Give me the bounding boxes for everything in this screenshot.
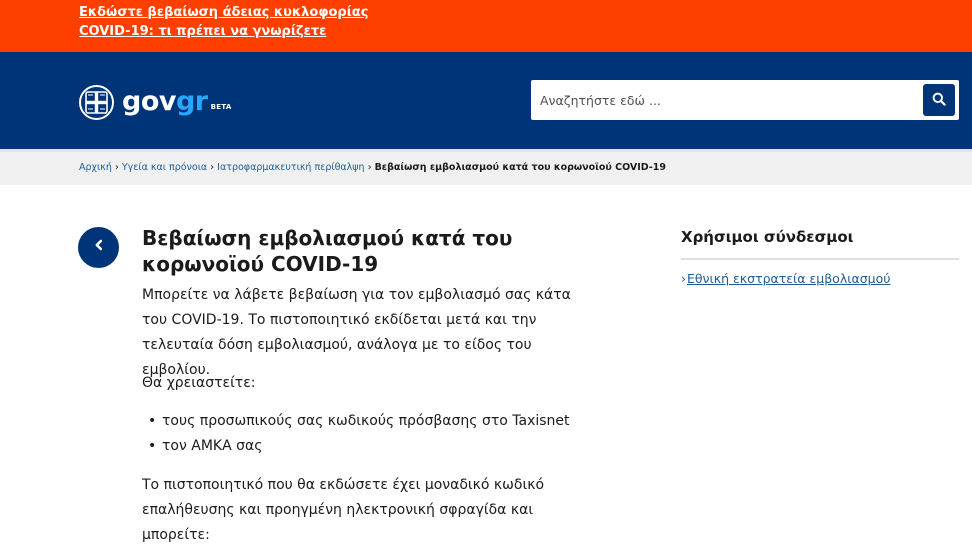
- certificate-paragraph: Το πιστοποιητικό που θα εκδώσετε έχει μο…: [142, 477, 545, 543]
- search-input[interactable]: [531, 80, 921, 120]
- chevron-right-icon: ›: [210, 162, 215, 173]
- search-button[interactable]: [923, 84, 955, 116]
- list-item: • τον ΑΜΚΑ σας: [142, 434, 592, 459]
- requirements-label: Θα χρειαστείτε:: [142, 375, 256, 391]
- breadcrumb-home[interactable]: Αρχική: [79, 161, 112, 175]
- logo-wordmark: govgr: [122, 87, 208, 117]
- chevron-right-icon: ›: [681, 271, 686, 286]
- list-item: • τους προσωπικούς σας κωδικούς πρόσβαση…: [142, 409, 592, 434]
- breadcrumb-medical-care[interactable]: Ιατροφαρμακευτική περίθαλψη: [217, 161, 364, 175]
- intro-paragraph: Μπορείτε να λάβετε βεβαίωση για τον εμβο…: [142, 287, 571, 378]
- page-title: Βεβαίωση εμβολιασμού κατά του κορωνοϊού …: [142, 226, 513, 276]
- search-icon: [932, 92, 946, 109]
- breadcrumb: Αρχική › Υγεία και πρόνοια › Ιατροφαρμακ…: [79, 161, 666, 175]
- requirement-text: τον ΑΜΚΑ σας: [162, 438, 263, 454]
- requirements-list: • τους προσωπικούς σας κωδικούς πρόσβαση…: [142, 409, 592, 459]
- logo-prefix: gov: [122, 86, 176, 117]
- bullet-icon: •: [148, 438, 157, 454]
- chevron-right-icon: ›: [367, 162, 372, 173]
- beta-badge: BETA: [210, 103, 232, 111]
- chevron-right-icon: ›: [114, 162, 119, 173]
- sidebar-title: Χρήσιμοι σύνδεσμοι: [681, 228, 854, 246]
- alert-banner: Εκδώστε βεβαίωση άδειας κυκλοφορίας COVI…: [0, 0, 972, 52]
- breadcrumb-health-welfare[interactable]: Υγεία και πρόνοια: [122, 161, 207, 175]
- greek-emblem-icon: [79, 84, 114, 120]
- sidebar-link-item: › Εθνική εκστρατεία εμβολιασμού: [681, 270, 959, 288]
- requirement-text: τους προσωπικούς σας κωδικούς πρόσβασης …: [162, 413, 570, 429]
- vaccination-campaign-link[interactable]: Εθνική εκστρατεία εμβολιασμού: [687, 270, 890, 288]
- back-button[interactable]: [78, 227, 119, 268]
- logo-suffix: gr: [175, 86, 208, 117]
- breadcrumb-current: Βεβαίωση εμβολιασμού κατά του κορωνοϊού …: [374, 162, 667, 173]
- site-header: govgr BETA: [0, 52, 972, 149]
- govgr-logo[interactable]: govgr BETA: [79, 84, 232, 120]
- chevron-left-icon: [92, 238, 106, 257]
- breadcrumb-bar: Αρχική › Υγεία και πρόνοια › Ιατροφαρμακ…: [0, 149, 972, 185]
- bullet-icon: •: [148, 413, 157, 429]
- sidebar-divider: [681, 258, 959, 260]
- covid-alert-link[interactable]: Εκδώστε βεβαίωση άδειας κυκλοφορίας COVI…: [79, 3, 379, 41]
- search-box: [531, 80, 959, 120]
